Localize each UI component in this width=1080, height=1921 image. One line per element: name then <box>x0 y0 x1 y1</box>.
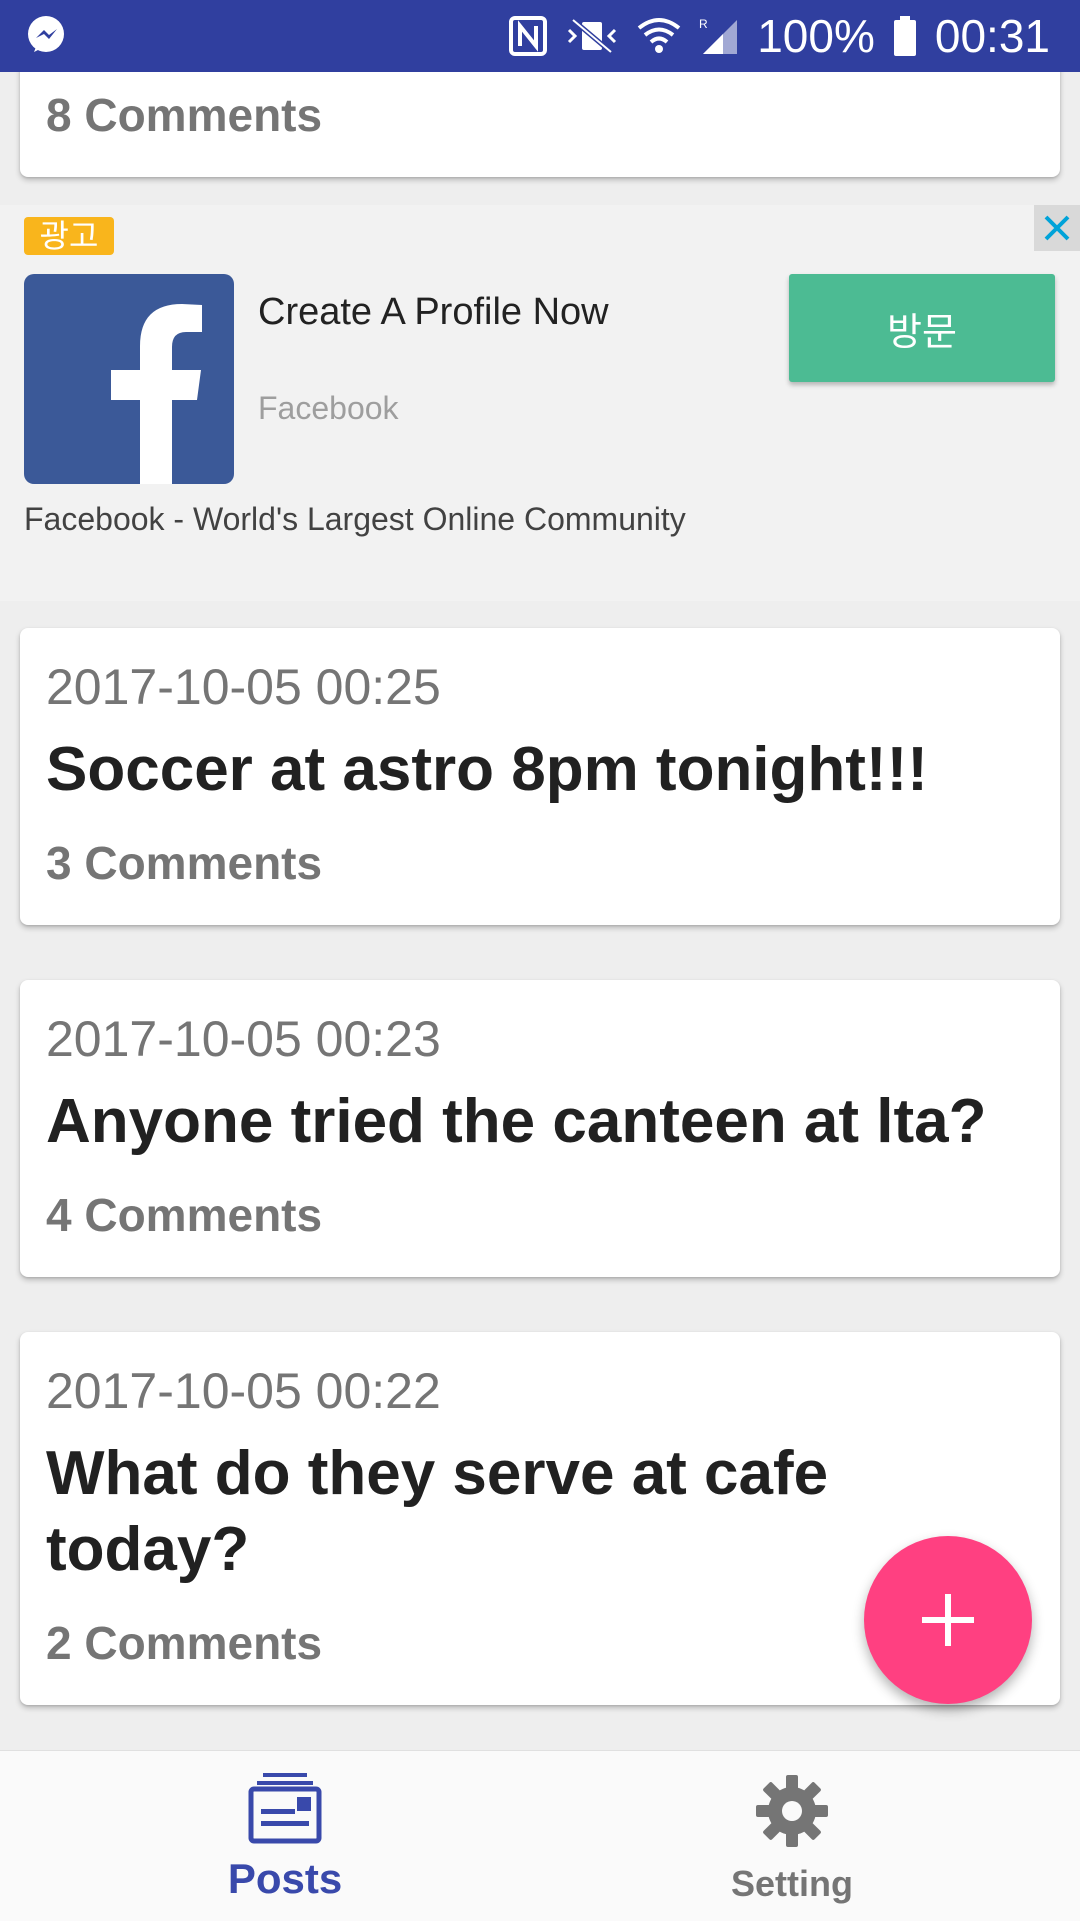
post-title: What do they serve at cafe today? <box>46 1439 829 1584</box>
wifi-icon <box>637 16 681 56</box>
post-card[interactable]: 8 Comments <box>20 72 1060 177</box>
post-date: 2017-10-05 00:25 <box>46 659 441 715</box>
post-title: Soccer at astro 8pm tonight!!! <box>46 735 928 804</box>
nav-label-setting: Setting <box>731 1863 853 1904</box>
nav-label-posts: Posts <box>227 1855 343 1902</box>
battery-level: 100% <box>757 10 875 62</box>
post-comments-count: 8 Comments <box>46 89 323 141</box>
post-comments-count: 3 Comments <box>46 837 323 889</box>
gear-icon <box>754 1773 830 1854</box>
ad-headline[interactable]: Create A Profile Now <box>258 291 609 334</box>
facebook-logo[interactable] <box>24 274 234 484</box>
signal-icon: R <box>699 16 739 56</box>
ad-badge: 광고 <box>24 217 114 255</box>
post-comments-count: 2 Comments <box>46 1617 323 1669</box>
close-icon[interactable] <box>1034 205 1080 251</box>
post-date: 2017-10-05 00:22 <box>46 1363 441 1419</box>
ad-advertiser: Facebook <box>258 390 399 426</box>
battery-icon <box>893 16 917 56</box>
bottom-navigation: Posts Setting <box>0 1750 1080 1921</box>
svg-text:R: R <box>699 17 708 31</box>
nav-item-posts[interactable]: Posts <box>15 1751 555 1921</box>
ad-banner[interactable]: 광고 Create A Profile Now Facebook 방문 Face… <box>0 205 1080 601</box>
status-icons: R 100% 00:31 <box>509 0 1050 72</box>
post-card[interactable]: 2017-10-05 00:23 Anyone tried the cantee… <box>20 980 1060 1277</box>
post-card[interactable]: 2017-10-05 00:25 Soccer at astro 8pm ton… <box>20 628 1060 925</box>
messenger-icon <box>24 12 72 60</box>
post-title: Anyone tried the canteen at lta? <box>46 1087 987 1156</box>
new-post-button[interactable] <box>864 1536 1032 1704</box>
nav-item-setting[interactable]: Setting <box>522 1751 1062 1921</box>
post-comments-count: 4 Comments <box>46 1189 323 1241</box>
nfc-icon <box>509 16 548 56</box>
vibrate-icon <box>565 16 619 56</box>
ad-visit-button[interactable]: 방문 <box>789 274 1055 382</box>
post-feed[interactable]: 8 Comments 광고 Create A Profile Now Faceb… <box>0 72 1080 1750</box>
plus-icon <box>922 1594 974 1646</box>
posts-icon <box>247 1769 323 1850</box>
post-date: 2017-10-05 00:23 <box>46 1011 441 1067</box>
clock: 00:31 <box>934 10 1050 62</box>
ad-body-text: Facebook - World's Largest Online Commun… <box>24 501 686 537</box>
status-bar: R 100% 00:31 <box>0 0 1080 72</box>
